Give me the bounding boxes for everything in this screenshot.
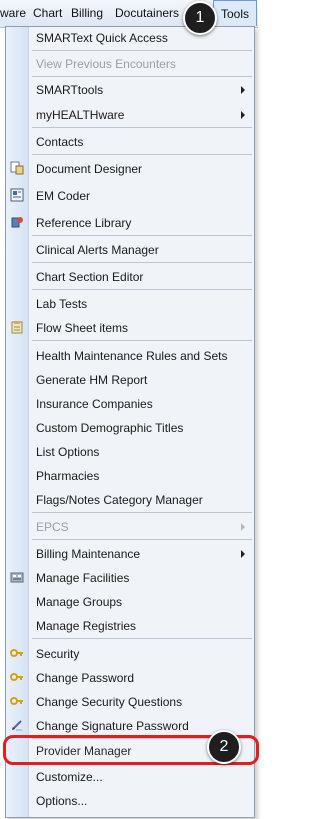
menu-item-em-coder[interactable]: EM Coder bbox=[6, 185, 254, 207]
menu-item-label: Options... bbox=[36, 794, 88, 808]
em-coder-icon bbox=[10, 188, 24, 202]
menu-item-smartext-quick-access[interactable]: SMARText Quick Access bbox=[6, 27, 254, 49]
menu-separator bbox=[32, 262, 252, 263]
menu-item-smarttools[interactable]: SMARTtools bbox=[6, 79, 254, 101]
menu-item-flow-sheet-items[interactable]: Flow Sheet items bbox=[6, 317, 254, 339]
key-icon bbox=[10, 649, 23, 657]
menu-docutainers[interactable]: Docutainers bbox=[115, 0, 179, 27]
menu-item-custom-demographic-titles[interactable]: Custom Demographic Titles bbox=[6, 417, 254, 439]
submenu-arrow-icon bbox=[241, 550, 245, 558]
menu-item-reference-library[interactable]: Reference Library bbox=[6, 212, 254, 234]
menu-separator bbox=[32, 539, 252, 540]
menu-item-label: Change Password bbox=[36, 671, 135, 685]
callout-marker-1: 1 bbox=[183, 1, 217, 35]
menu-item-label: Insurance Companies bbox=[36, 397, 153, 411]
menu-separator bbox=[32, 154, 252, 155]
menu-item-list-options[interactable]: List Options bbox=[6, 441, 254, 463]
menu-separator bbox=[32, 340, 252, 341]
menu-billing[interactable]: Billing bbox=[71, 0, 103, 27]
menu-item-billing-maintenance[interactable]: Billing Maintenance bbox=[6, 543, 254, 565]
menu-item-label: Custom Demographic Titles bbox=[36, 421, 184, 435]
menu-item-label: Customize... bbox=[36, 770, 103, 784]
menu-separator bbox=[32, 127, 252, 128]
menu-item-manage-registries[interactable]: Manage Registries bbox=[6, 615, 254, 637]
menu-item-label: EPCS bbox=[36, 520, 69, 534]
menu-chart[interactable]: Chart bbox=[33, 0, 62, 27]
menu-item-label: Document Designer bbox=[36, 162, 143, 176]
menu-separator bbox=[32, 235, 252, 236]
menu-item-chart-section-editor[interactable]: Chart Section Editor bbox=[6, 266, 254, 288]
menu-item-label: Flags/Notes Category Manager bbox=[36, 493, 203, 507]
clipboard-icon bbox=[11, 321, 23, 334]
menu-item-health-maintenance-rules[interactable]: Health Maintenance Rules and Sets bbox=[6, 345, 254, 367]
menu-item-myhealthware[interactable]: myHEALTHware bbox=[6, 104, 254, 126]
menu-separator bbox=[32, 512, 252, 513]
menu-item-label: Health Maintenance Rules and Sets bbox=[36, 349, 228, 363]
document-designer-icon bbox=[10, 161, 24, 175]
submenu-arrow-icon bbox=[241, 111, 245, 119]
menu-item-label: Clinical Alerts Manager bbox=[36, 243, 159, 257]
submenu-arrow-icon bbox=[241, 523, 245, 531]
menu-item-view-previous-encounters[interactable]: View Previous Encounters bbox=[6, 53, 254, 75]
menu-item-change-password[interactable]: Change Password bbox=[6, 667, 254, 689]
callout-marker-2: 2 bbox=[207, 730, 241, 764]
menu-item-lab-tests[interactable]: Lab Tests bbox=[6, 293, 254, 315]
menu-item-pharmacies[interactable]: Pharmacies bbox=[6, 465, 254, 487]
menu-item-label: EM Coder bbox=[36, 189, 91, 203]
menu-item-label: Change Security Questions bbox=[36, 695, 183, 709]
menu-item-label: SMARTtools bbox=[36, 83, 104, 97]
menu-item-label: Lab Tests bbox=[36, 297, 88, 311]
menu-item-label: Reference Library bbox=[36, 216, 132, 230]
menu-item-flags-notes-category-manager[interactable]: Flags/Notes Category Manager bbox=[6, 489, 254, 511]
tools-dropdown-menu: SMARText Quick Access View Previous Enco… bbox=[5, 26, 255, 818]
menu-item-label: Generate HM Report bbox=[36, 373, 148, 387]
pen-icon bbox=[12, 720, 22, 731]
menu-item-label: Contacts bbox=[36, 135, 84, 149]
menu-item-label: Flow Sheet items bbox=[36, 321, 129, 335]
menu-item-label: Pharmacies bbox=[36, 469, 100, 483]
menu-item-security[interactable]: Security bbox=[6, 643, 254, 665]
menu-item-contacts[interactable]: Contacts bbox=[6, 131, 254, 153]
menu-item-options[interactable]: Options... bbox=[6, 790, 254, 812]
menu-item-label: View Previous Encounters bbox=[36, 57, 176, 71]
menu-item-epcs[interactable]: EPCS bbox=[6, 516, 254, 538]
key-icon bbox=[10, 673, 23, 681]
submenu-arrow-icon bbox=[241, 86, 245, 94]
menu-item-label: Manage Groups bbox=[36, 595, 123, 609]
menu-item-label: SMARText Quick Access bbox=[36, 31, 168, 45]
menu-item-clinical-alerts-manager[interactable]: Clinical Alerts Manager bbox=[6, 239, 254, 261]
menu-item-insurance-companies[interactable]: Insurance Companies bbox=[6, 393, 254, 415]
menu-item-label: Manage Facilities bbox=[36, 571, 130, 585]
menu-separator bbox=[32, 50, 252, 51]
menu-item-label: Chart Section Editor bbox=[36, 270, 144, 284]
menu-item-label: Security bbox=[36, 647, 80, 661]
menu-item-label: Manage Registries bbox=[36, 619, 137, 633]
menu-separator bbox=[32, 289, 252, 290]
menu-item-generate-hm-report[interactable]: Generate HM Report bbox=[6, 369, 254, 391]
menu-item-label: myHEALTHware bbox=[36, 108, 125, 122]
menu-item-label: Billing Maintenance bbox=[36, 547, 141, 561]
menu-item-change-security-questions[interactable]: Change Security Questions bbox=[6, 691, 254, 713]
reference-library-icon bbox=[11, 217, 23, 228]
menu-item-manage-facilities[interactable]: Manage Facilities bbox=[6, 567, 254, 589]
menu-item-document-designer[interactable]: Document Designer bbox=[6, 158, 254, 180]
menu-item-customize[interactable]: Customize... bbox=[6, 766, 254, 788]
key-icon bbox=[10, 697, 23, 705]
menu-item-label: Change Signature Password bbox=[36, 719, 189, 733]
menu-tools[interactable]: Tools bbox=[213, 0, 257, 26]
menu-ware[interactable]: ware bbox=[0, 0, 26, 27]
menu-separator bbox=[32, 76, 252, 77]
menu-separator bbox=[32, 638, 252, 639]
facilities-icon bbox=[10, 572, 24, 583]
menu-bar: ware Chart Billing Docutainers Tools bbox=[0, 0, 258, 28]
menu-item-manage-groups[interactable]: Manage Groups bbox=[6, 591, 254, 613]
menu-item-label: List Options bbox=[36, 445, 100, 459]
